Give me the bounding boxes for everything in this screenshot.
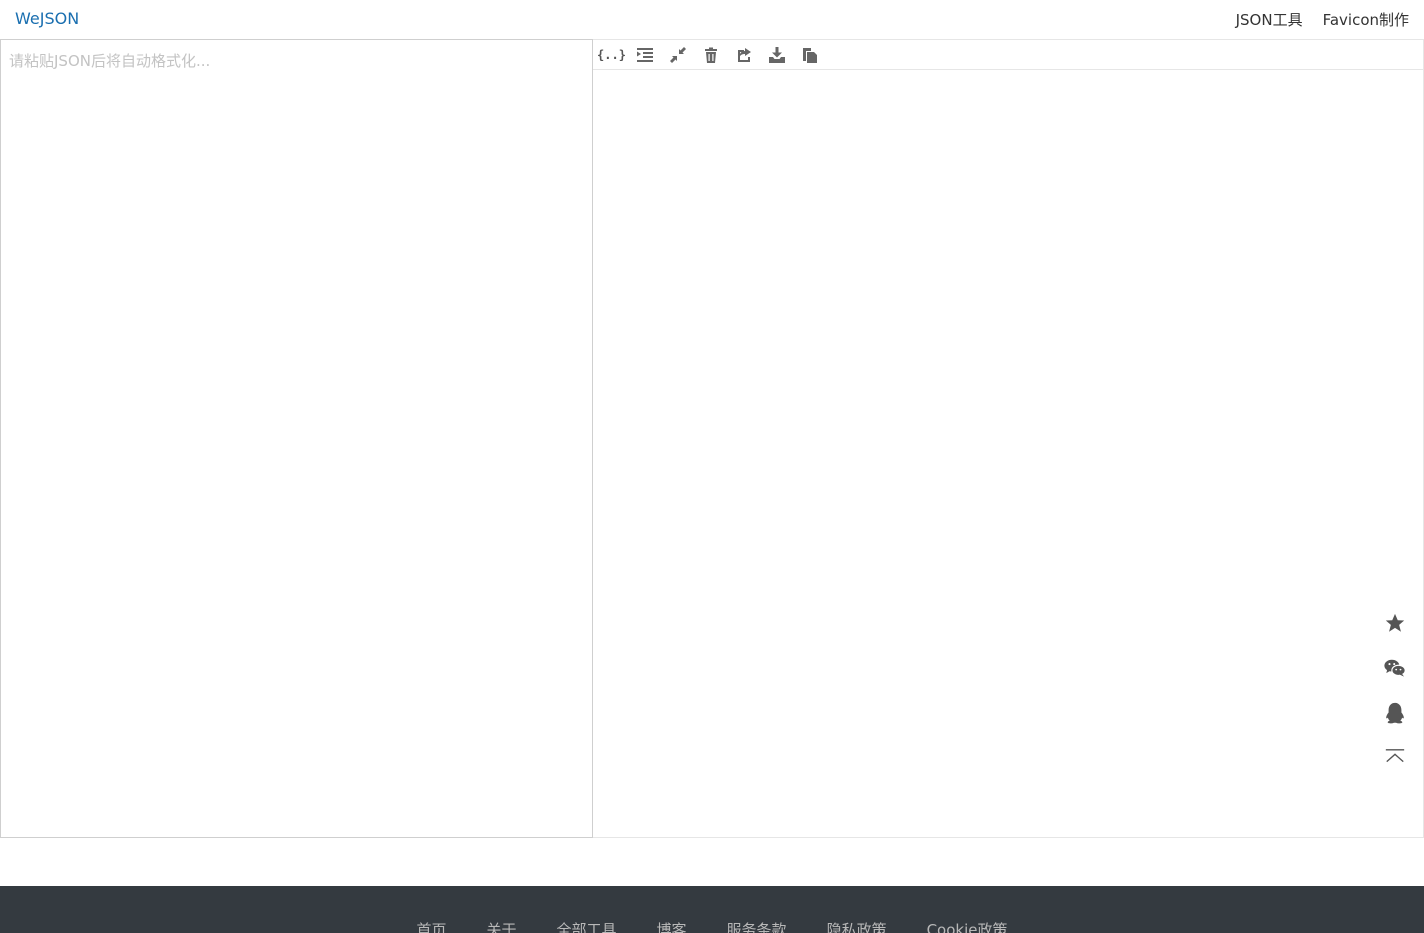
brand-logo-link[interactable]: WeJSON	[15, 9, 79, 28]
footer-links: 首页 关于 全部工具 博客 服务条款 隐私政策 Cookie政策	[0, 919, 1424, 933]
footer-link-about[interactable]: 关于	[487, 919, 517, 933]
favorite-button[interactable]	[1382, 611, 1408, 635]
indent-button[interactable]	[634, 44, 655, 65]
json-output-panel: {..}	[593, 39, 1424, 838]
compress-icon	[669, 46, 686, 63]
back-to-top-icon	[1385, 749, 1405, 763]
footer-link-blog[interactable]: 博客	[657, 919, 687, 933]
back-to-top-button[interactable]	[1382, 746, 1408, 770]
delete-button[interactable]	[700, 44, 721, 65]
top-nav: JSON工具 Favicon制作	[1236, 9, 1409, 30]
json-input-textarea[interactable]	[1, 40, 592, 837]
footer-link-all-tools[interactable]: 全部工具	[557, 919, 617, 933]
json-input-panel	[0, 39, 593, 838]
nav-favicon-maker[interactable]: Favicon制作	[1323, 9, 1409, 30]
format-braces-button[interactable]: {..}	[597, 44, 626, 65]
top-navbar: WeJSON JSON工具 Favicon制作	[0, 0, 1424, 38]
footer: 首页 关于 全部工具 博客 服务条款 隐私政策 Cookie政策	[0, 886, 1424, 933]
floating-actions	[1381, 611, 1409, 770]
wechat-button[interactable]	[1382, 656, 1408, 680]
braces-icon: {..}	[597, 47, 626, 62]
footer-link-home[interactable]: 首页	[416, 919, 446, 933]
indent-icon	[636, 47, 653, 62]
copy-icon	[802, 47, 817, 63]
star-icon	[1385, 613, 1405, 632]
copy-button[interactable]	[799, 44, 820, 65]
qq-icon	[1386, 702, 1404, 724]
json-output-area[interactable]	[593, 70, 1423, 837]
share-icon	[737, 47, 751, 62]
qq-button[interactable]	[1382, 701, 1408, 725]
trash-icon	[704, 47, 717, 63]
footer-link-cookie[interactable]: Cookie政策	[927, 919, 1008, 933]
compress-button[interactable]	[667, 44, 688, 65]
footer-link-privacy[interactable]: 隐私政策	[827, 919, 887, 933]
share-button[interactable]	[733, 44, 754, 65]
wechat-icon	[1384, 659, 1406, 677]
download-icon	[768, 46, 785, 63]
nav-json-tools[interactable]: JSON工具	[1236, 9, 1303, 30]
footer-link-terms[interactable]: 服务条款	[727, 919, 787, 933]
download-button[interactable]	[766, 44, 787, 65]
output-toolbar: {..}	[593, 40, 1423, 70]
